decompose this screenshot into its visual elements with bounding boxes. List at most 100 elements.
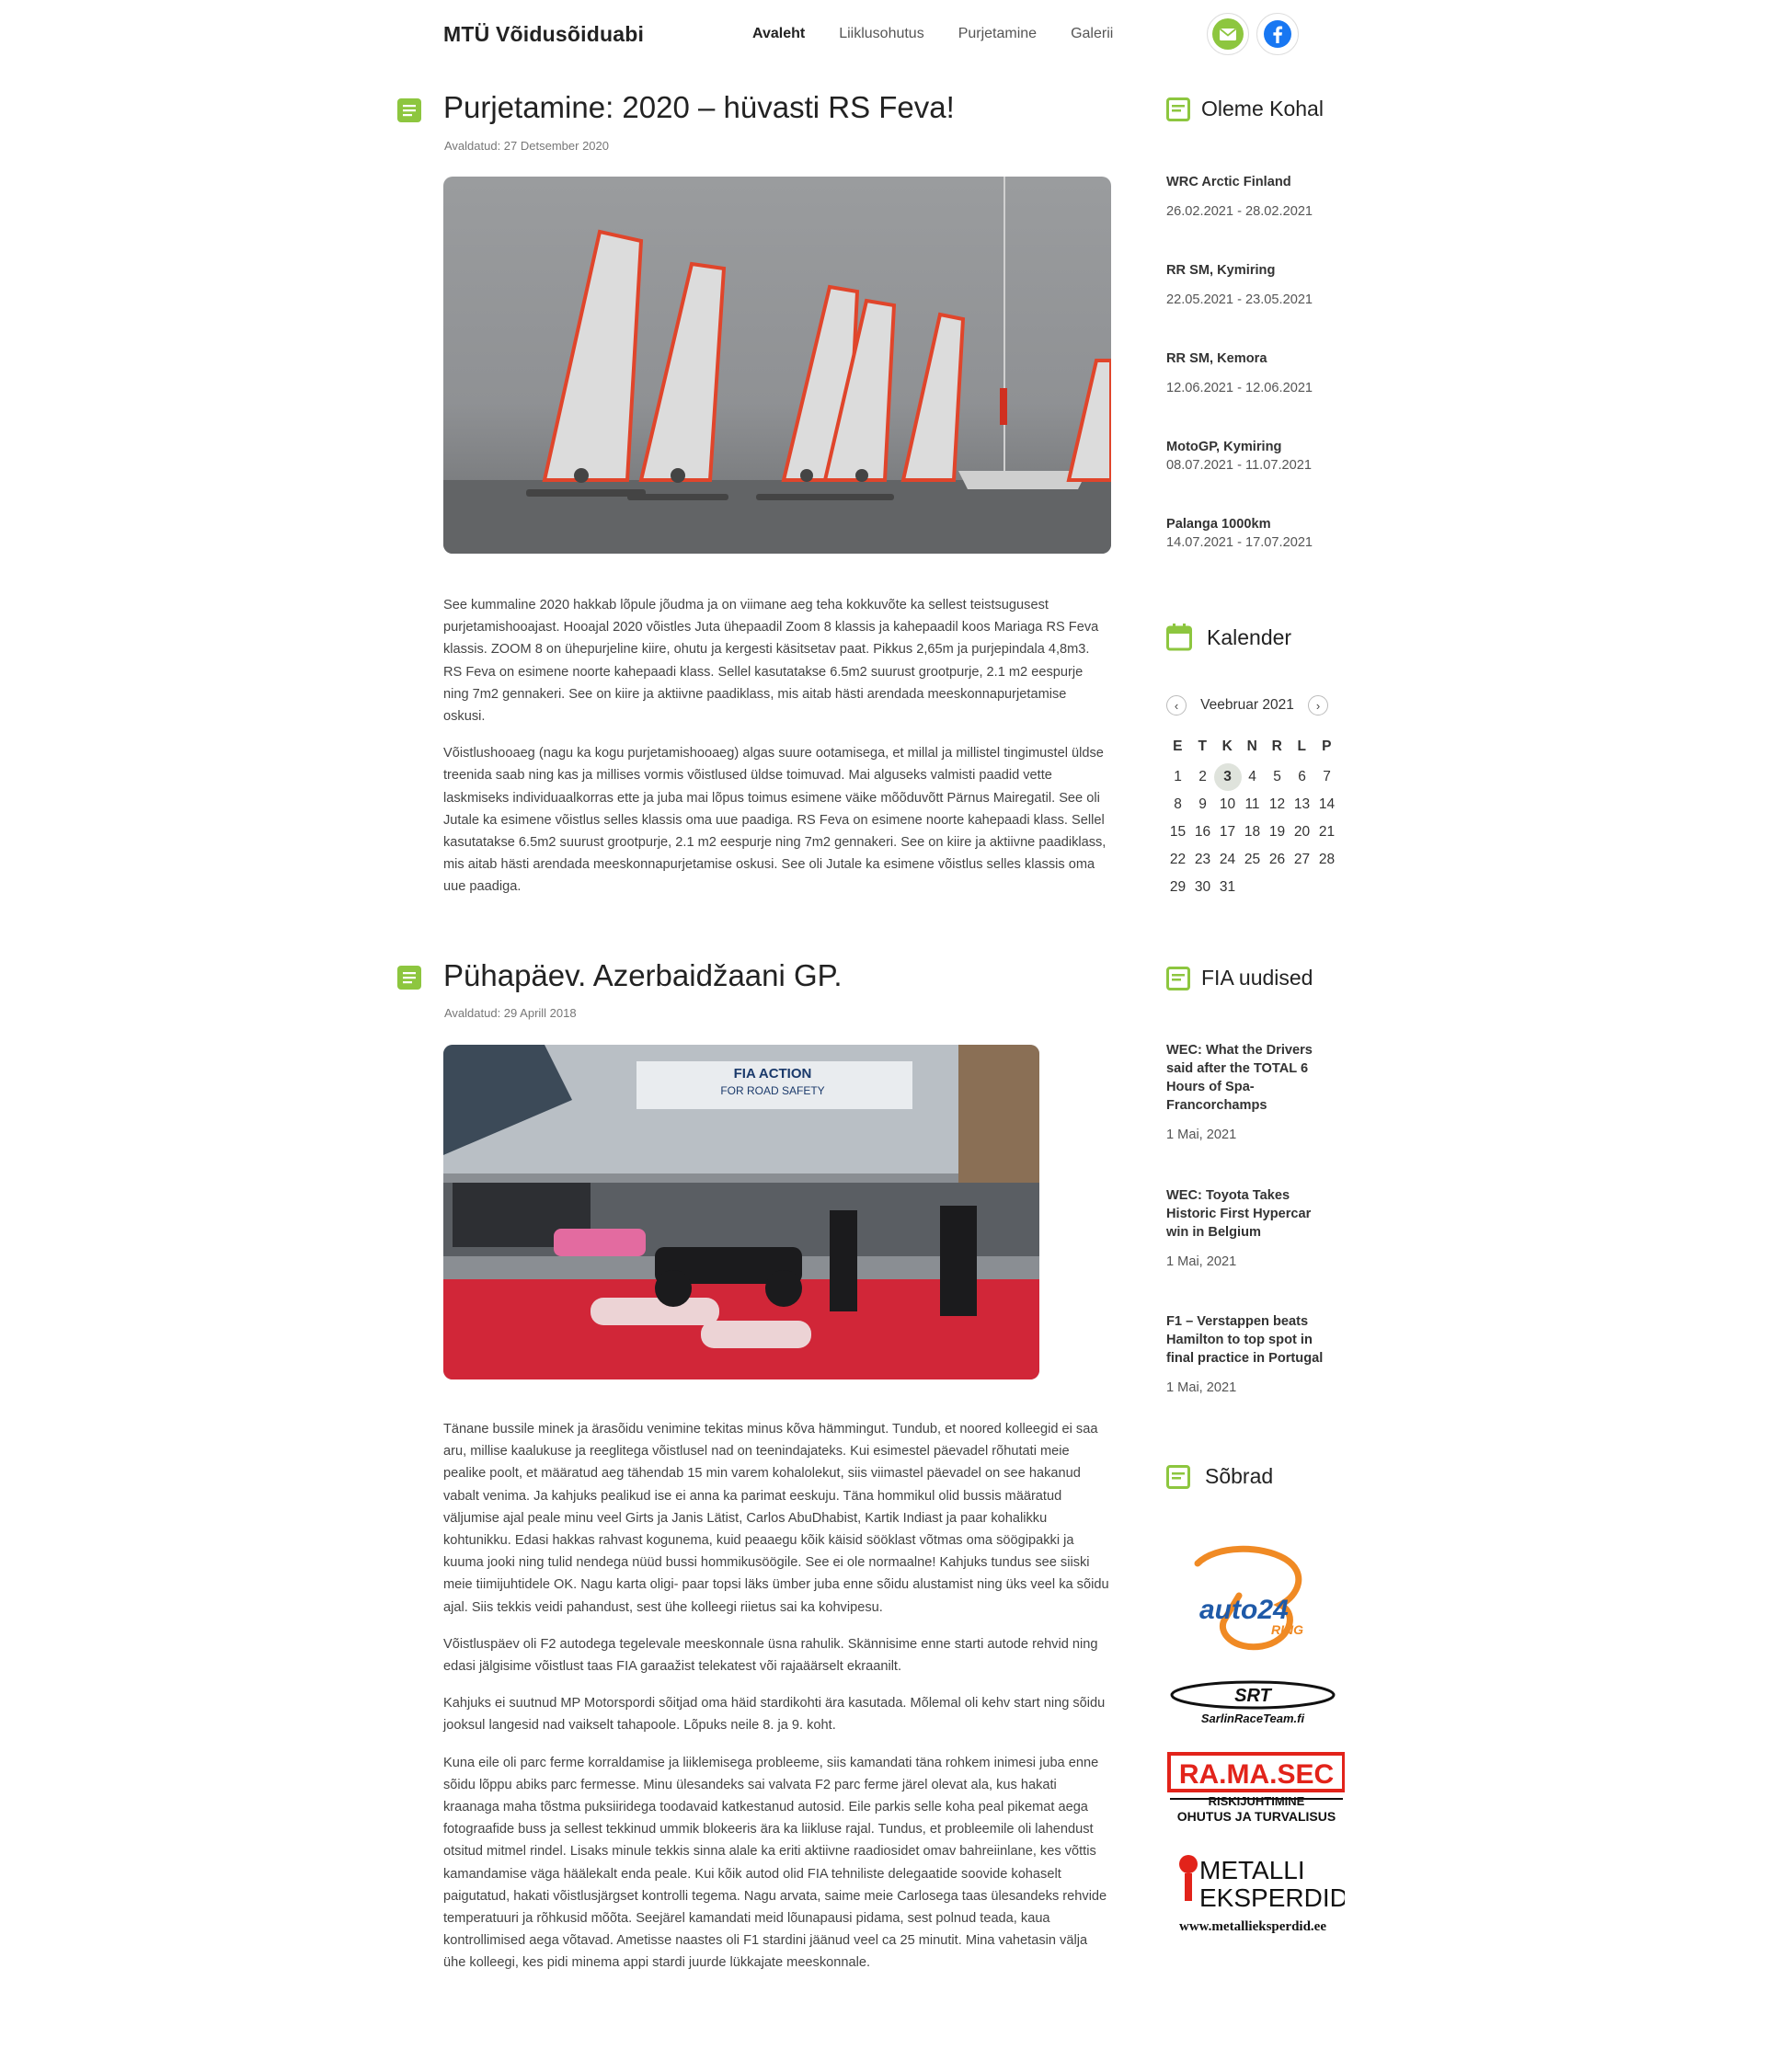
calendar-day-today[interactable]: 3 [1213,763,1242,791]
calendar-day[interactable]: 4 [1240,763,1265,791]
calendar-day[interactable]: 2 [1190,763,1215,791]
calendar-day[interactable]: 19 [1265,818,1290,846]
calendar-day[interactable]: 25 [1240,846,1265,874]
event-date: 22.05.2021 - 23.05.2021 [1166,292,1313,307]
news-date: 1 Mai, 2021 [1166,1128,1237,1142]
calendar-day[interactable]: 7 [1314,763,1339,791]
event-item[interactable]: RR SM, Kemora 12.06.2021 - 12.06.2021 [1166,349,1341,397]
widget-title-text: Sõbrad [1205,1464,1274,1488]
sailboats-photo [443,177,1111,554]
calendar-day[interactable]: 28 [1314,846,1339,874]
post-paragraph: Tänane bussile minek ja ärasõidu venimin… [443,1422,1109,1615]
calendar-icon [1166,624,1192,651]
calendar-day[interactable]: 1 [1165,763,1190,791]
post-paragraph: Võistluspäev oli F2 autodega tegelevale … [443,1636,1098,1675]
mail-button[interactable] [1207,13,1249,55]
fia-banner-subtext: FOR ROAD SAFETY [720,1084,824,1097]
calendar-day[interactable]: 14 [1314,791,1339,818]
calendar-day[interactable]: 16 [1190,818,1215,846]
event-item[interactable]: MotoGP, Kymiring 08.07.2021 - 11.07.2021 [1166,438,1341,475]
widget-icon [1166,1464,1190,1489]
auto24-logo-text: auto24 [1199,1595,1289,1625]
fia-banner-text: FIA ACTION [734,1066,812,1082]
event-item[interactable]: RR SM, Kymiring 22.05.2021 - 23.05.2021 [1166,261,1341,309]
srt-logo[interactable]: SRT SarlinRaceTeam.fi [1161,1678,1345,1734]
post-image-sailing[interactable] [443,177,1111,554]
calendar-day[interactable]: 12 [1265,791,1290,818]
nav-item-purjetamine[interactable]: Purjetamine [958,26,1037,42]
nav-item-galerii[interactable]: Galerii [1071,26,1113,42]
widget-icon [1166,97,1190,121]
calendar-day[interactable]: 31 [1215,874,1240,901]
metallieksperdid-logo[interactable]: METALLI EKSPERDID www.metallieksperdid.e… [1161,1849,1348,1940]
calendar-header: ‹ Veebruar 2021 › [1166,695,1328,715]
nav-item-avaleht[interactable]: Avaleht [752,26,805,42]
facebook-button[interactable] [1256,13,1299,55]
post-title[interactable]: Purjetamine: 2020 – hüvasti RS Feva! [443,90,955,125]
calendar-day[interactable]: 5 [1265,763,1290,791]
nav-item-liiklusohutus[interactable]: Liiklusohutus [839,26,924,42]
calendar-day[interactable]: 17 [1215,818,1240,846]
metalli-logo-text: METALLI [1199,1856,1305,1884]
calendar-day[interactable]: 15 [1165,818,1190,846]
ramasec-logo-tagline: OHUTUS JA TURVALISUS [1177,1809,1336,1824]
event-title[interactable]: RR SM, Kymiring [1166,261,1341,280]
calendar-weekday: T [1198,738,1208,754]
news-title[interactable]: F1 – Verstappen beats Hamilton to top sp… [1166,1312,1341,1368]
news-date: 1 Mai, 2021 [1166,1254,1237,1269]
event-title[interactable]: RR SM, Kemora [1166,349,1341,368]
calendar-day[interactable]: 27 [1290,846,1314,874]
ramasec-logo-text: RA.MA.SEC [1179,1759,1334,1790]
metalli-logo-url: www.metallieksperdid.ee [1179,1919,1326,1934]
calendar-day[interactable]: 8 [1165,791,1190,818]
news-item[interactable]: WEC: Toyota Takes Historic First Hyperca… [1166,1186,1332,1271]
calendar-weekday: N [1246,738,1258,754]
srt-logo-text: SRT [1234,1686,1272,1706]
calendar-day[interactable]: 29 [1165,874,1190,901]
widget-title-text: Kalender [1207,624,1292,649]
calendar-day[interactable]: 30 [1190,874,1215,901]
post-body: See kummaline 2020 hakkab lõpule jõudma … [443,594,1111,913]
calendar-weekday: E [1173,738,1183,754]
event-item[interactable]: Palanga 1000km 14.07.2021 - 17.07.2021 [1166,515,1341,552]
mail-icon [1212,18,1244,50]
widget-title-fia: FIA uudised [1166,966,1313,990]
f1-parc-ferme-photo: FIA ACTION FOR ROAD SAFETY [443,1045,1039,1379]
calendar-day[interactable]: 21 [1314,818,1339,846]
news-item[interactable]: F1 – Verstappen beats Hamilton to top sp… [1166,1312,1341,1397]
widget-icon [1166,966,1190,990]
event-title[interactable]: MotoGP, Kymiring [1166,438,1341,456]
post-icon [397,966,421,990]
auto24ring-logo[interactable]: auto24 RING [1161,1540,1345,1665]
event-item[interactable]: WRC Arctic Finland 26.02.2021 - 28.02.20… [1166,173,1341,221]
calendar-next-button[interactable]: › [1307,695,1328,715]
calendar-day[interactable]: 20 [1290,818,1314,846]
calendar-day[interactable]: 23 [1190,846,1215,874]
social-links [1207,13,1299,55]
event-title[interactable]: WRC Arctic Finland [1166,173,1341,191]
calendar-prev-button[interactable]: ‹ [1166,695,1187,715]
facebook-icon [1264,20,1291,48]
site-brand[interactable]: MTÜ Võidusõiduabi [443,22,644,47]
news-title[interactable]: WEC: What the Drivers said after the TOT… [1166,1041,1332,1115]
calendar-day[interactable]: 26 [1265,846,1290,874]
event-title[interactable]: Palanga 1000km [1166,515,1341,533]
news-item[interactable]: WEC: What the Drivers said after the TOT… [1166,1041,1332,1144]
event-date: 14.07.2021 - 17.07.2021 [1166,535,1313,550]
post-title[interactable]: Pühapäev. Azerbaidžaani GP. [443,958,843,993]
news-title[interactable]: WEC: Toyota Takes Historic First Hyperca… [1166,1186,1332,1242]
widget-title-text: FIA uudised [1201,966,1313,990]
calendar-day[interactable]: 9 [1190,791,1215,818]
calendar-day[interactable]: 11 [1240,791,1265,818]
ramasec-logo[interactable]: RA.MA.SEC RISKIJUHTIMINE OHUTUS JA TURVA… [1161,1752,1346,1830]
calendar-day[interactable]: 13 [1290,791,1314,818]
calendar-day[interactable]: 10 [1215,791,1240,818]
calendar-day[interactable]: 22 [1165,846,1190,874]
calendar-day[interactable]: 24 [1215,846,1240,874]
post-body: Tänane bussile minek ja ärasõidu venimin… [443,1418,1111,1989]
calendar-day[interactable]: 18 [1240,818,1265,846]
post-image-f1[interactable]: FIA ACTION FOR ROAD SAFETY [443,1045,1039,1379]
calendar-weekday: L [1297,738,1307,754]
post-date: Avaldatud: 29 Aprill 2018 [444,1006,577,1020]
calendar-day[interactable]: 6 [1290,763,1314,791]
